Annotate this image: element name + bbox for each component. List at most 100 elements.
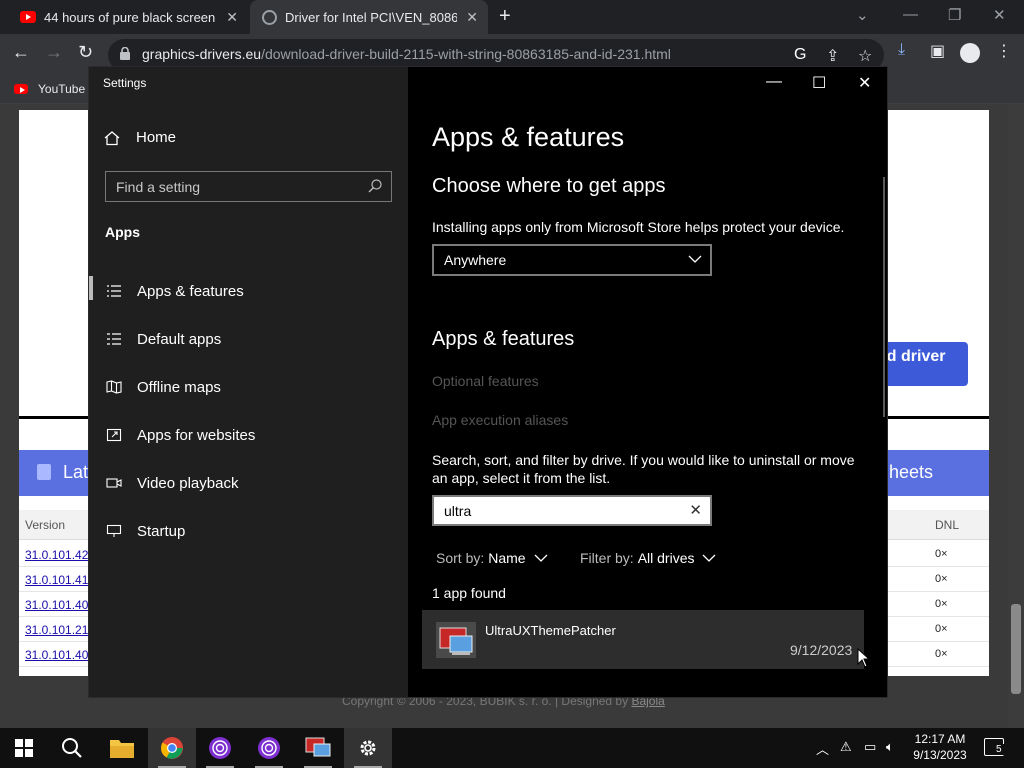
app-install-date: 9/12/2023 (790, 642, 853, 658)
close-tab-icon[interactable]: ✕ (466, 9, 478, 26)
restore-window-icon[interactable]: ❐ (948, 6, 961, 24)
start-button[interactable] (0, 728, 48, 768)
volume-icon[interactable]: 🔈︎ (886, 739, 894, 755)
version-link[interactable]: 31.0.101.41 (25, 573, 88, 587)
search-icon[interactable] (367, 178, 383, 194)
app-list-item[interactable]: UltraUXThemePatcher 9/12/2023 (422, 610, 864, 669)
profile-avatar-icon[interactable] (960, 43, 980, 63)
nav-label: Offline maps (137, 378, 221, 396)
nav-video-playback[interactable]: Video playback (89, 463, 408, 503)
windows-taskbar: ︿ ⚠ ▭ 🔈︎ 12:17 AM 9/13/2023 5 (0, 728, 1024, 768)
apps-features-heading: Apps & features (432, 328, 575, 350)
banner-right-text: heets (889, 462, 934, 482)
onion-icon (209, 737, 231, 759)
nav-label: Startup (137, 522, 186, 540)
clock-date[interactable]: 9/13/2023 (906, 748, 974, 762)
chrome-button[interactable] (148, 728, 196, 768)
chevron-up-icon[interactable]: ︿ (816, 739, 829, 758)
browser-tab-strip: 44 hours of pure black screen in Ult ✕ D… (0, 0, 1024, 34)
lock-icon (120, 47, 130, 60)
version-link[interactable]: 31.0.101.42 (25, 548, 88, 562)
nav-label: Apps for websites (137, 426, 256, 444)
tab-title: 44 hours of pure black screen in Ult (44, 9, 216, 25)
close-icon[interactable]: ✕ (858, 73, 871, 93)
find-setting-input[interactable] (116, 177, 366, 197)
tab-search-chevron-icon[interactable]: ⌄ (856, 6, 869, 24)
bookmark-star-icon[interactable]: ☆ (858, 46, 872, 66)
clock-time[interactable]: 12:17 AM (906, 732, 974, 746)
bookmark-label: YouTube (38, 82, 86, 96)
version-link[interactable]: 31.0.101.40 (25, 598, 88, 612)
notification-icon[interactable]: 5 (984, 738, 1004, 756)
find-setting-search[interactable] (105, 171, 392, 202)
version-link[interactable]: 31.0.101.21 (25, 623, 88, 637)
download-count: 0× (935, 573, 948, 585)
nav-apps-for-websites[interactable]: Apps for websites (89, 415, 408, 455)
close-tab-icon[interactable]: ✕ (226, 9, 238, 26)
window-title: Settings (103, 76, 147, 90)
reload-icon[interactable]: ↻ (78, 42, 93, 63)
tab-title: Driver for Intel PCI\VEN_8086&DEV (285, 9, 457, 25)
tab-driver-page[interactable]: Driver for Intel PCI\VEN_8086&DEV ✕ (250, 0, 488, 34)
side-panel-icon[interactable]: ▣ (930, 41, 945, 61)
bookmark-youtube[interactable]: YouTube (14, 82, 85, 96)
chrome-icon (161, 737, 183, 759)
url-text: graphics-drivers.eu/download-driver-buil… (142, 46, 671, 62)
settings-button[interactable] (344, 728, 392, 768)
choose-apps-description: Installing apps only from Microsoft Stor… (432, 219, 845, 235)
nav-default-apps[interactable]: Default apps (89, 319, 408, 359)
app-execution-aliases-link[interactable]: App execution aliases (432, 412, 568, 428)
nav-home[interactable]: Home (103, 129, 176, 146)
search-button[interactable] (48, 728, 96, 768)
tor-browser-button[interactable] (196, 728, 244, 768)
content-scrollbar[interactable] (883, 177, 885, 417)
security-alert-icon[interactable]: ⚠ (840, 739, 852, 755)
google-lens-icon[interactable]: G (794, 46, 806, 64)
nav-startup[interactable]: Startup (89, 511, 408, 551)
maximize-icon[interactable]: ☐ (812, 73, 826, 93)
page-scrollbar-thumb[interactable] (1011, 604, 1021, 694)
new-tab-plus-icon[interactable]: + (499, 5, 511, 28)
download-icon[interactable]: ⤓ (898, 41, 905, 59)
tab-youtube[interactable]: 44 hours of pure black screen in Ult ✕ (8, 0, 248, 34)
filter-by-dropdown[interactable]: Filter by: All drives (580, 550, 716, 566)
youtube-icon (20, 11, 36, 23)
chevron-down-icon (688, 255, 702, 263)
app-source-dropdown[interactable]: Anywhere (432, 244, 712, 276)
windows-logo-icon (15, 739, 33, 757)
video-icon (105, 476, 123, 490)
optional-features-link[interactable]: Optional features (432, 373, 539, 389)
download-count: 0× (935, 623, 948, 635)
sort-by-dropdown[interactable]: Sort by: Name (436, 550, 548, 566)
network-icon[interactable]: ▭ (864, 739, 876, 755)
folder-icon (110, 740, 134, 758)
minimize-window-icon[interactable]: — (903, 6, 918, 23)
list-icon (105, 284, 123, 298)
tor-browser-second-button[interactable] (245, 728, 293, 768)
home-icon (104, 130, 120, 145)
share-icon[interactable]: ⇪ (826, 46, 839, 66)
chevron-down-icon (703, 554, 716, 562)
file-explorer-button[interactable] (98, 728, 146, 768)
clear-search-icon[interactable]: ✕ (689, 501, 702, 519)
sort-value: Name (488, 550, 526, 566)
download-count: 0× (935, 548, 948, 560)
nav-offline-maps[interactable]: Offline maps (89, 367, 408, 407)
mouse-cursor-icon (857, 648, 871, 668)
nav-apps-features[interactable]: Apps & features (89, 271, 408, 311)
version-link[interactable]: 31.0.101.40 (25, 648, 88, 662)
map-icon (105, 380, 123, 394)
open-link-icon (105, 428, 123, 442)
forward-arrow-icon[interactable]: → (45, 42, 63, 63)
theme-patcher-button[interactable] (294, 728, 342, 768)
app-search-box[interactable]: ✕ (432, 495, 712, 526)
app-search-input[interactable] (444, 502, 674, 520)
close-window-icon[interactable]: ✕ (993, 6, 1006, 24)
nav-home-label: Home (136, 129, 177, 146)
app-name: UltraUXThemePatcher (485, 623, 616, 638)
more-menu-icon[interactable]: ⋮ (996, 41, 1012, 61)
gear-icon (360, 740, 376, 756)
back-arrow-icon[interactable]: ← (12, 42, 30, 63)
apps-found-count: 1 app found (432, 585, 506, 601)
minimize-icon[interactable]: — (766, 73, 782, 91)
